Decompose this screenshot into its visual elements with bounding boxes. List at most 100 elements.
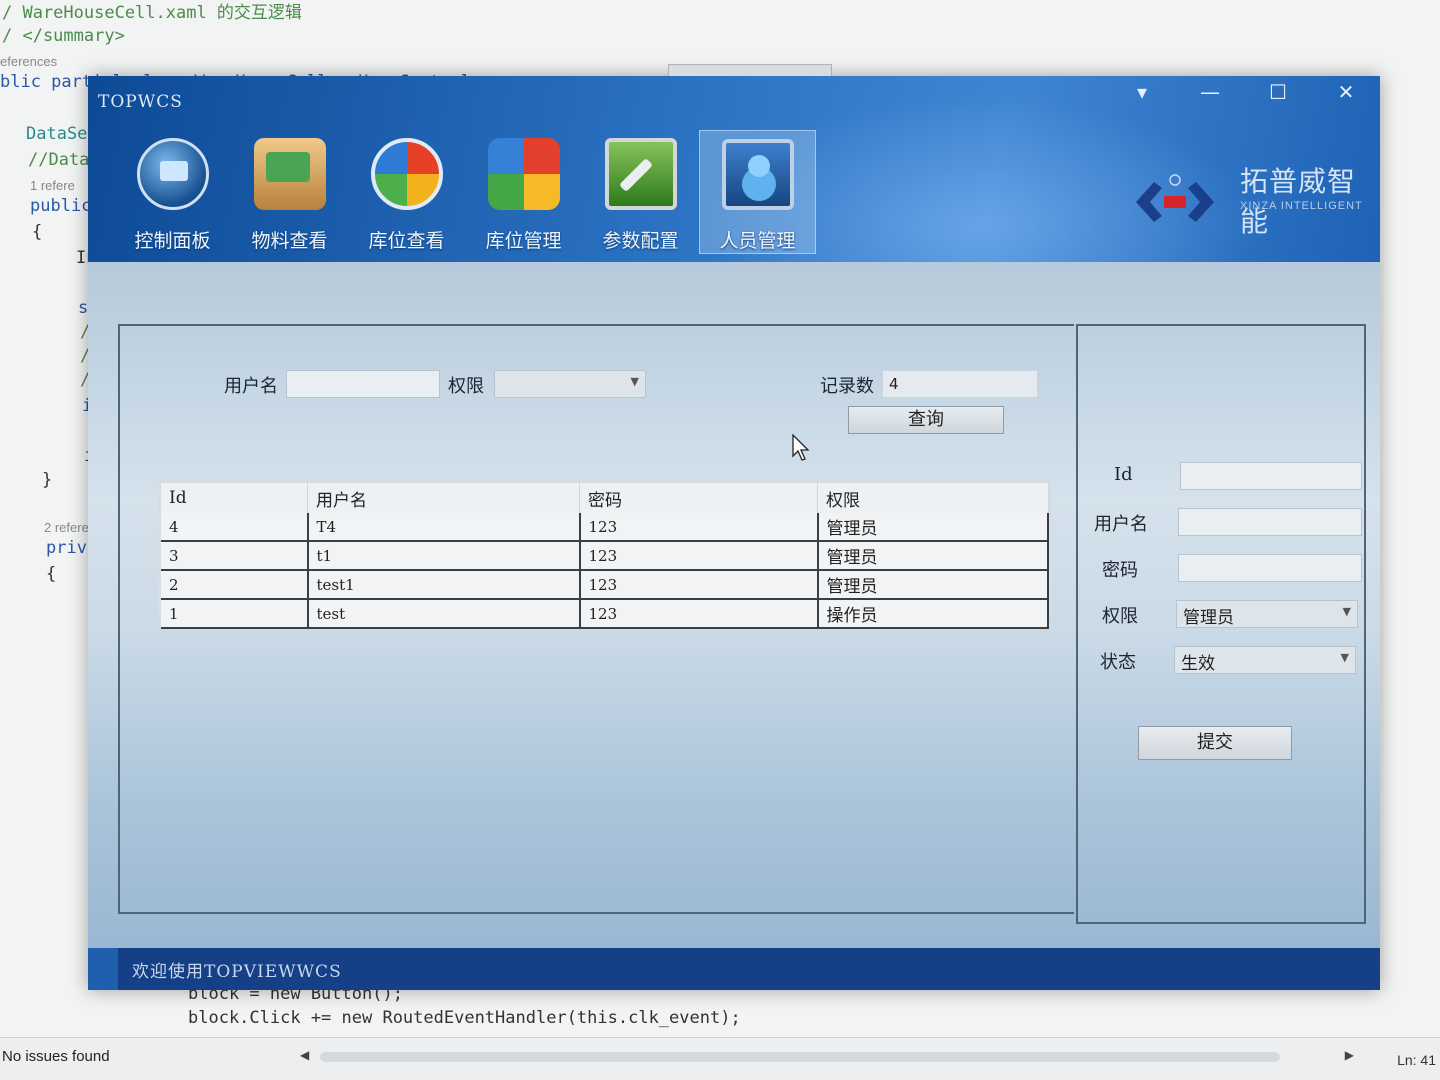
password-field[interactable] bbox=[1178, 554, 1362, 582]
nav-materials[interactable]: 物料查看 bbox=[231, 130, 348, 254]
record-count-value: 4 bbox=[882, 370, 1038, 398]
code-lens[interactable]: 1 refere bbox=[30, 178, 75, 193]
code-line: / </summary> bbox=[2, 26, 125, 46]
cell-id: 3 bbox=[161, 541, 309, 571]
column-header-permission[interactable]: 权限 bbox=[817, 483, 1049, 513]
cell-username: T4 bbox=[307, 513, 581, 542]
username-field[interactable] bbox=[1178, 508, 1362, 536]
permission-select-value: 管理员 bbox=[1183, 608, 1234, 628]
chevron-down-icon: ▼ bbox=[1342, 605, 1351, 618]
cell-id: 2 bbox=[161, 570, 309, 600]
scroll-right-icon[interactable]: ▶ bbox=[1345, 1048, 1354, 1062]
nav-label: 人员管理 bbox=[719, 230, 796, 252]
id-field-label: Id bbox=[1114, 464, 1133, 485]
column-header-username[interactable]: 用户名 bbox=[307, 483, 580, 513]
cell-username: t1 bbox=[307, 541, 581, 571]
nav-personnel[interactable]: 人员管理 bbox=[699, 130, 816, 254]
logo-subtitle: XINZA INTELLIGENT bbox=[1240, 200, 1363, 212]
table-row[interactable]: 4 T4 123 管理员 bbox=[161, 513, 1049, 542]
cell-password: 123 bbox=[579, 570, 819, 600]
minimize-icon[interactable]: — bbox=[1176, 76, 1244, 108]
users-icon bbox=[721, 139, 794, 210]
dropdown-icon[interactable]: ▾ bbox=[1108, 76, 1176, 108]
code-line: public bbox=[30, 196, 92, 216]
chevron-down-icon: ▼ bbox=[1340, 651, 1349, 664]
status-select-value: 生效 bbox=[1181, 654, 1215, 674]
cell-permission: 操作员 bbox=[817, 599, 1049, 629]
code-line: block.Click += new RoutedEventHandler(th… bbox=[188, 1008, 741, 1028]
scroll-left-icon[interactable]: ◀ bbox=[300, 1048, 309, 1062]
user-table: Id 用户名 密码 权限 4 T4 123 管理员 3 t1 123 管理员 2… bbox=[158, 480, 1052, 629]
issues-status[interactable]: No issues found bbox=[2, 1048, 110, 1065]
table-row[interactable]: 1 test 123 操作员 bbox=[161, 599, 1049, 629]
code-line: { bbox=[32, 222, 43, 242]
box-icon bbox=[253, 138, 326, 210]
table-row[interactable]: 3 t1 123 管理员 bbox=[161, 541, 1049, 571]
username-filter-input[interactable] bbox=[286, 370, 440, 398]
grid-icon bbox=[487, 138, 560, 210]
status-bar: 欢迎使用TOPVIEWWCS bbox=[118, 948, 1380, 990]
pie-icon bbox=[370, 138, 443, 210]
horizontal-scrollbar[interactable] bbox=[320, 1052, 1280, 1062]
code-line: / WareHouseCell.xaml 的交互逻辑 bbox=[2, 3, 302, 23]
code-line: } bbox=[42, 470, 53, 490]
cell-id: 4 bbox=[161, 513, 309, 542]
logo-mark-icon bbox=[1136, 174, 1214, 222]
editor-status-bar: No issues found ◀ ▶ Ln: 41 bbox=[0, 1037, 1440, 1080]
close-icon[interactable]: ✕ bbox=[1312, 76, 1380, 108]
user-edit-panel: Id 用户名 密码 权限 管理员 ▼ 状态 生效 ▼ 提交 bbox=[1076, 324, 1366, 924]
code-lens[interactable]: eferences bbox=[0, 54, 57, 69]
nav-location-view[interactable]: 库位查看 bbox=[348, 130, 465, 254]
monitor-icon bbox=[136, 138, 209, 210]
nav-label: 库位查看 bbox=[368, 230, 445, 252]
id-field[interactable] bbox=[1180, 462, 1362, 490]
nav-parameters[interactable]: 参数配置 bbox=[582, 130, 699, 254]
company-logo: 拓普威智能 XINZA INTELLIGENT bbox=[1130, 134, 1380, 244]
nav-label: 物料查看 bbox=[251, 230, 328, 252]
line-indicator: Ln: 41 bbox=[1397, 1052, 1436, 1068]
table-header-row: Id 用户名 密码 权限 bbox=[161, 483, 1049, 513]
header-banner: TOPWCS ▾ — ☐ ✕ 控制面板 物料查看 库位查看 库位管理 参数配置 … bbox=[88, 76, 1380, 262]
tools-icon bbox=[604, 138, 677, 210]
cell-permission: 管理员 bbox=[817, 570, 1049, 600]
cell-permission: 管理员 bbox=[817, 541, 1049, 571]
password-field-label: 密码 bbox=[1102, 560, 1138, 581]
nav-label: 控制面板 bbox=[134, 230, 211, 252]
cell-password: 123 bbox=[579, 513, 819, 542]
code-line: //Data bbox=[28, 150, 90, 170]
maximize-icon[interactable]: ☐ bbox=[1244, 76, 1312, 108]
nav-control-panel[interactable]: 控制面板 bbox=[114, 130, 231, 254]
permission-select[interactable]: 管理员 ▼ bbox=[1176, 600, 1358, 628]
cell-username: test bbox=[307, 599, 581, 629]
cell-password: 123 bbox=[579, 599, 819, 629]
permission-filter-label: 权限 bbox=[448, 376, 484, 397]
permission-filter-select[interactable]: ▼ bbox=[494, 370, 646, 398]
window-controls: ▾ — ☐ ✕ bbox=[1108, 76, 1380, 108]
cell-id: 1 bbox=[161, 599, 309, 629]
status-select[interactable]: 生效 ▼ bbox=[1174, 646, 1356, 674]
column-header-id[interactable]: Id bbox=[161, 483, 308, 513]
nav-label: 库位管理 bbox=[485, 230, 562, 252]
nav-label: 参数配置 bbox=[602, 230, 679, 252]
app-window: TOPWCS ▾ — ☐ ✕ 控制面板 物料查看 库位查看 库位管理 参数配置 … bbox=[88, 64, 1380, 990]
table-row[interactable]: 2 test1 123 管理员 bbox=[161, 570, 1049, 600]
username-field-label: 用户名 bbox=[1094, 514, 1148, 535]
user-list-panel: 用户名 权限 ▼ 记录数 4 查询 Id 用户名 密码 权限 4 T4 123 … bbox=[118, 324, 1074, 914]
window-title: TOPWCS bbox=[98, 92, 183, 112]
chevron-down-icon: ▼ bbox=[630, 375, 639, 388]
record-count-label: 记录数 bbox=[820, 376, 874, 397]
submit-button[interactable]: 提交 bbox=[1138, 726, 1292, 760]
mouse-pointer-icon bbox=[792, 434, 810, 461]
code-lens[interactable]: 2 refere bbox=[44, 520, 89, 535]
permission-field-label: 权限 bbox=[1102, 606, 1138, 627]
cell-username: test1 bbox=[307, 570, 581, 600]
username-filter-label: 用户名 bbox=[224, 376, 278, 397]
cell-password: 123 bbox=[579, 541, 819, 571]
content-area: 用户名 权限 ▼ 记录数 4 查询 Id 用户名 密码 权限 4 T4 123 … bbox=[88, 262, 1380, 948]
column-header-password[interactable]: 密码 bbox=[579, 483, 818, 513]
status-field-label: 状态 bbox=[1100, 652, 1136, 673]
main-nav: 控制面板 物料查看 库位查看 库位管理 参数配置 人员管理 bbox=[114, 130, 816, 254]
code-line: DataSe bbox=[26, 124, 88, 144]
query-button[interactable]: 查询 bbox=[848, 406, 1004, 434]
nav-location-manage[interactable]: 库位管理 bbox=[465, 130, 582, 254]
